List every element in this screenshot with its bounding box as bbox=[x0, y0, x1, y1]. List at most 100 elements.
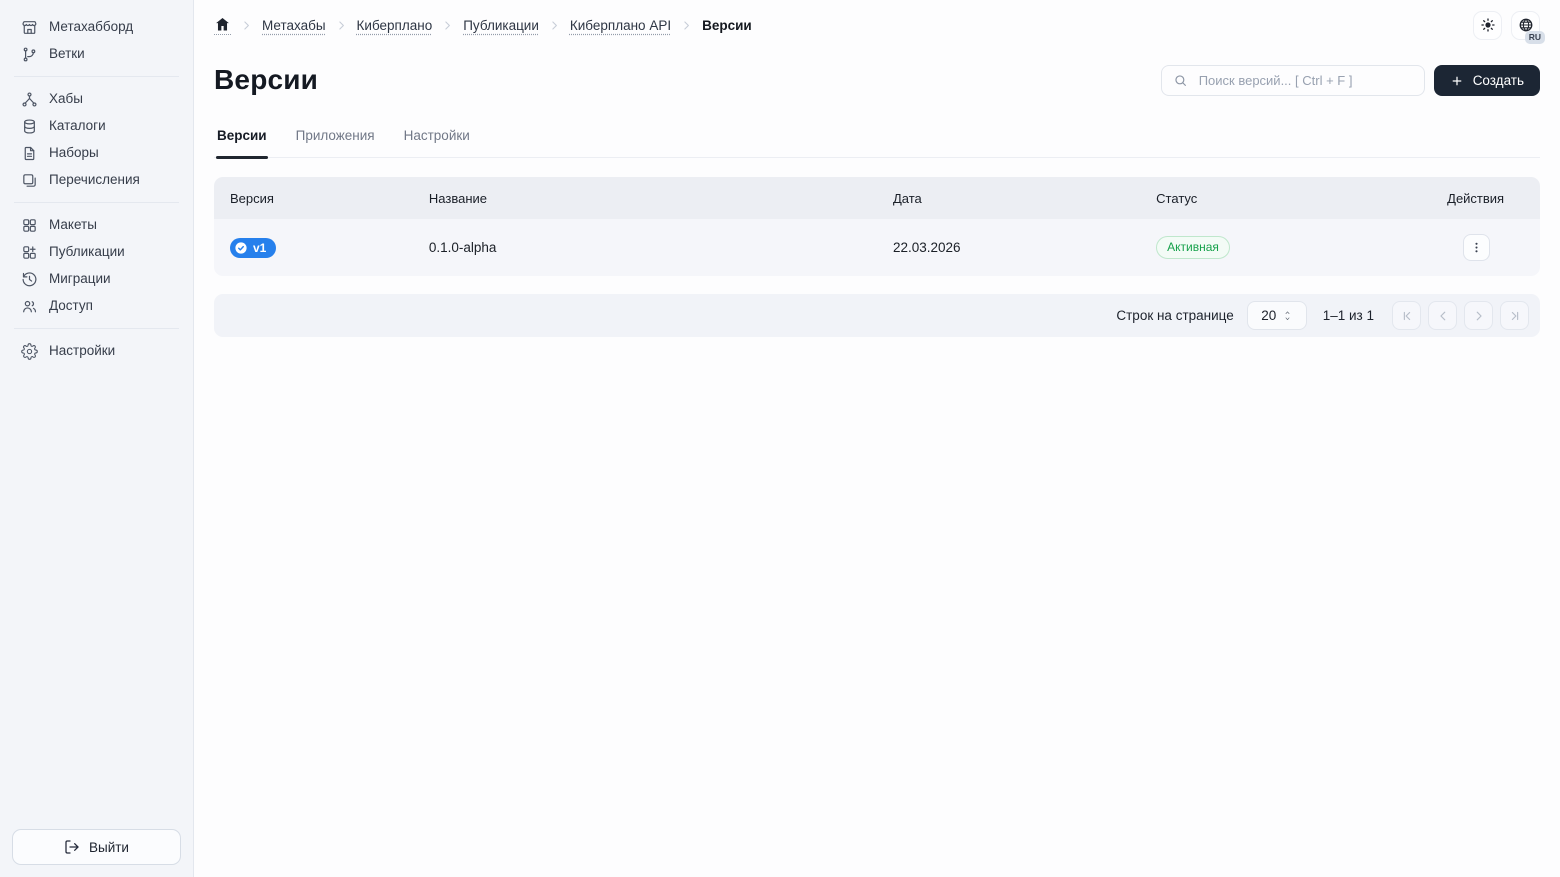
create-button[interactable]: Создать bbox=[1433, 65, 1540, 96]
breadcrumb-home-link[interactable] bbox=[214, 16, 231, 35]
sidebar-item-sets[interactable]: Наборы bbox=[12, 140, 181, 166]
sidebar-item-label: Публикации bbox=[49, 244, 125, 259]
tabs: Версии Приложения Настройки bbox=[214, 127, 1540, 159]
status-badge: Активная bbox=[1156, 236, 1230, 259]
row-actions-button[interactable] bbox=[1463, 234, 1491, 261]
sidebar-item-publications[interactable]: Публикации bbox=[12, 239, 181, 265]
sidebar-item-enumerations[interactable]: Перечисления bbox=[12, 167, 181, 193]
sidebar-item-label: Доступ bbox=[49, 298, 93, 313]
breadcrumb-item-metahubs[interactable]: Метахабы bbox=[262, 18, 326, 33]
last-page-icon bbox=[1508, 309, 1522, 323]
breadcrumb: Метахабы Киберплано Публикации Киберплано A… bbox=[214, 16, 752, 35]
rows-per-page-value: 20 bbox=[1261, 308, 1277, 323]
sidebar-item-label: Наборы bbox=[49, 145, 99, 160]
users-icon bbox=[21, 298, 38, 315]
version-badge-label: v1 bbox=[253, 240, 267, 255]
storefront-icon bbox=[21, 19, 38, 36]
database-icon bbox=[21, 118, 38, 135]
chevron-right-icon bbox=[240, 19, 253, 32]
column-header: Дата bbox=[892, 190, 922, 206]
title-row: Версии Создать bbox=[214, 63, 1540, 97]
table-row: v1 0.1.0-alpha 22.03.2026 Активная bbox=[214, 219, 1540, 276]
chevron-right-icon bbox=[680, 19, 693, 32]
last-page-button[interactable] bbox=[1500, 301, 1529, 330]
check-circle-icon bbox=[234, 241, 248, 255]
theme-toggle-button[interactable] bbox=[1473, 10, 1502, 40]
sidebar-divider bbox=[14, 76, 179, 77]
main-content: Метахабы Киберплано Публикации Киберплано A… bbox=[194, 0, 1560, 877]
pagination-bar: Строк на странице 20 1–1 из 1 bbox=[214, 294, 1540, 337]
version-cell: v1 bbox=[214, 237, 413, 258]
language-button[interactable]: RU bbox=[1511, 10, 1545, 44]
create-button-label: Создать bbox=[1472, 73, 1524, 88]
layout-grid-icon bbox=[21, 217, 38, 234]
previous-page-button[interactable] bbox=[1428, 301, 1457, 330]
rows-per-page-stepper[interactable]: 20 bbox=[1246, 301, 1307, 330]
column-header: Действия bbox=[1447, 190, 1505, 206]
sidebar-item-label: Хабы bbox=[49, 91, 83, 106]
sidebar: Метахабборд Ветки Хабы Каталоги Наборы Перечи… bbox=[0, 0, 194, 877]
breadcrumb-item-publications[interactable]: Публикации bbox=[463, 18, 539, 33]
sidebar-item-access[interactable]: Доступ bbox=[12, 293, 181, 319]
file-icon bbox=[21, 145, 38, 162]
topbar-actions: RU bbox=[1473, 10, 1545, 44]
sidebar-item-label: Ветки bbox=[49, 46, 85, 61]
sidebar-nav: Метахабборд Ветки Хабы Каталоги Наборы Перечи… bbox=[12, 13, 181, 365]
sidebar-item-hubs[interactable]: Хабы bbox=[12, 86, 181, 112]
version-badge[interactable]: v1 bbox=[230, 237, 277, 258]
sidebar-item-branches[interactable]: Ветки bbox=[12, 41, 181, 67]
next-page-button[interactable] bbox=[1464, 301, 1493, 330]
sidebar-item-label: Метахабборд bbox=[49, 19, 134, 34]
chevron-right-icon bbox=[335, 19, 348, 32]
date-cell: 22.03.2026 bbox=[892, 240, 961, 255]
chevron-left-icon bbox=[1436, 309, 1450, 323]
sidebar-item-settings[interactable]: Настройки bbox=[12, 338, 181, 364]
sidebar-divider bbox=[14, 202, 179, 203]
tab-applications[interactable]: Приложения bbox=[295, 127, 376, 157]
history-icon bbox=[21, 271, 38, 288]
table-body: v1 0.1.0-alpha 22.03.2026 Активная bbox=[214, 219, 1540, 276]
title-actions: Создать bbox=[1160, 65, 1540, 96]
logout-button[interactable]: Выйти bbox=[12, 829, 181, 865]
grid-plus-icon bbox=[21, 244, 38, 261]
language-badge: RU bbox=[1524, 31, 1545, 44]
git-branch-icon bbox=[21, 46, 38, 63]
topbar: Метахабы Киберплано Публикации Киберплано A… bbox=[214, 10, 1545, 44]
sidebar-divider bbox=[14, 328, 179, 329]
sidebar-item-label: Каталоги bbox=[49, 118, 106, 133]
chevron-right-icon bbox=[1472, 309, 1486, 323]
search-icon bbox=[1173, 73, 1188, 88]
breadcrumb-item-kiberplano[interactable]: Киберплано bbox=[357, 18, 433, 33]
tab-settings[interactable]: Настройки bbox=[403, 127, 471, 157]
tab-versions[interactable]: Версии bbox=[216, 127, 268, 159]
logout-icon bbox=[64, 839, 80, 855]
stepper-arrows[interactable] bbox=[1283, 310, 1292, 322]
plus-icon bbox=[1450, 74, 1464, 88]
sidebar-item-catalogs[interactable]: Каталоги bbox=[12, 113, 181, 139]
first-page-button[interactable] bbox=[1392, 301, 1421, 330]
chevron-up-icon bbox=[1283, 310, 1292, 316]
page-title: Версии bbox=[214, 64, 319, 95]
sidebar-item-label: Настройки bbox=[49, 343, 116, 358]
sidebar-item-layouts[interactable]: Макеты bbox=[12, 212, 181, 238]
search-box[interactable] bbox=[1160, 65, 1425, 96]
search-input[interactable] bbox=[1196, 72, 1413, 89]
sidebar-item-label: Миграции bbox=[49, 271, 111, 286]
first-page-icon bbox=[1400, 309, 1414, 323]
breadcrumb-item-versions: Версии bbox=[702, 17, 752, 33]
chevron-right-icon bbox=[548, 19, 561, 32]
breadcrumb-item-kiberplano-api[interactable]: Киберплано API bbox=[570, 18, 671, 33]
sun-icon bbox=[1480, 17, 1496, 33]
copy-icon bbox=[21, 172, 38, 189]
chevron-right-icon bbox=[441, 19, 454, 32]
sidebar-item-label: Макеты bbox=[49, 217, 97, 232]
actions-cell bbox=[1447, 234, 1540, 261]
sidebar-item-migrations[interactable]: Миграции bbox=[12, 266, 181, 292]
column-header: Версия bbox=[230, 190, 274, 206]
logout-label: Выйти bbox=[89, 839, 129, 855]
sidebar-item-metahubboard[interactable]: Метахабборд bbox=[12, 14, 181, 40]
gear-icon bbox=[21, 342, 38, 360]
rows-per-page-label: Строк на странице bbox=[1116, 308, 1234, 323]
home-icon bbox=[214, 16, 231, 33]
